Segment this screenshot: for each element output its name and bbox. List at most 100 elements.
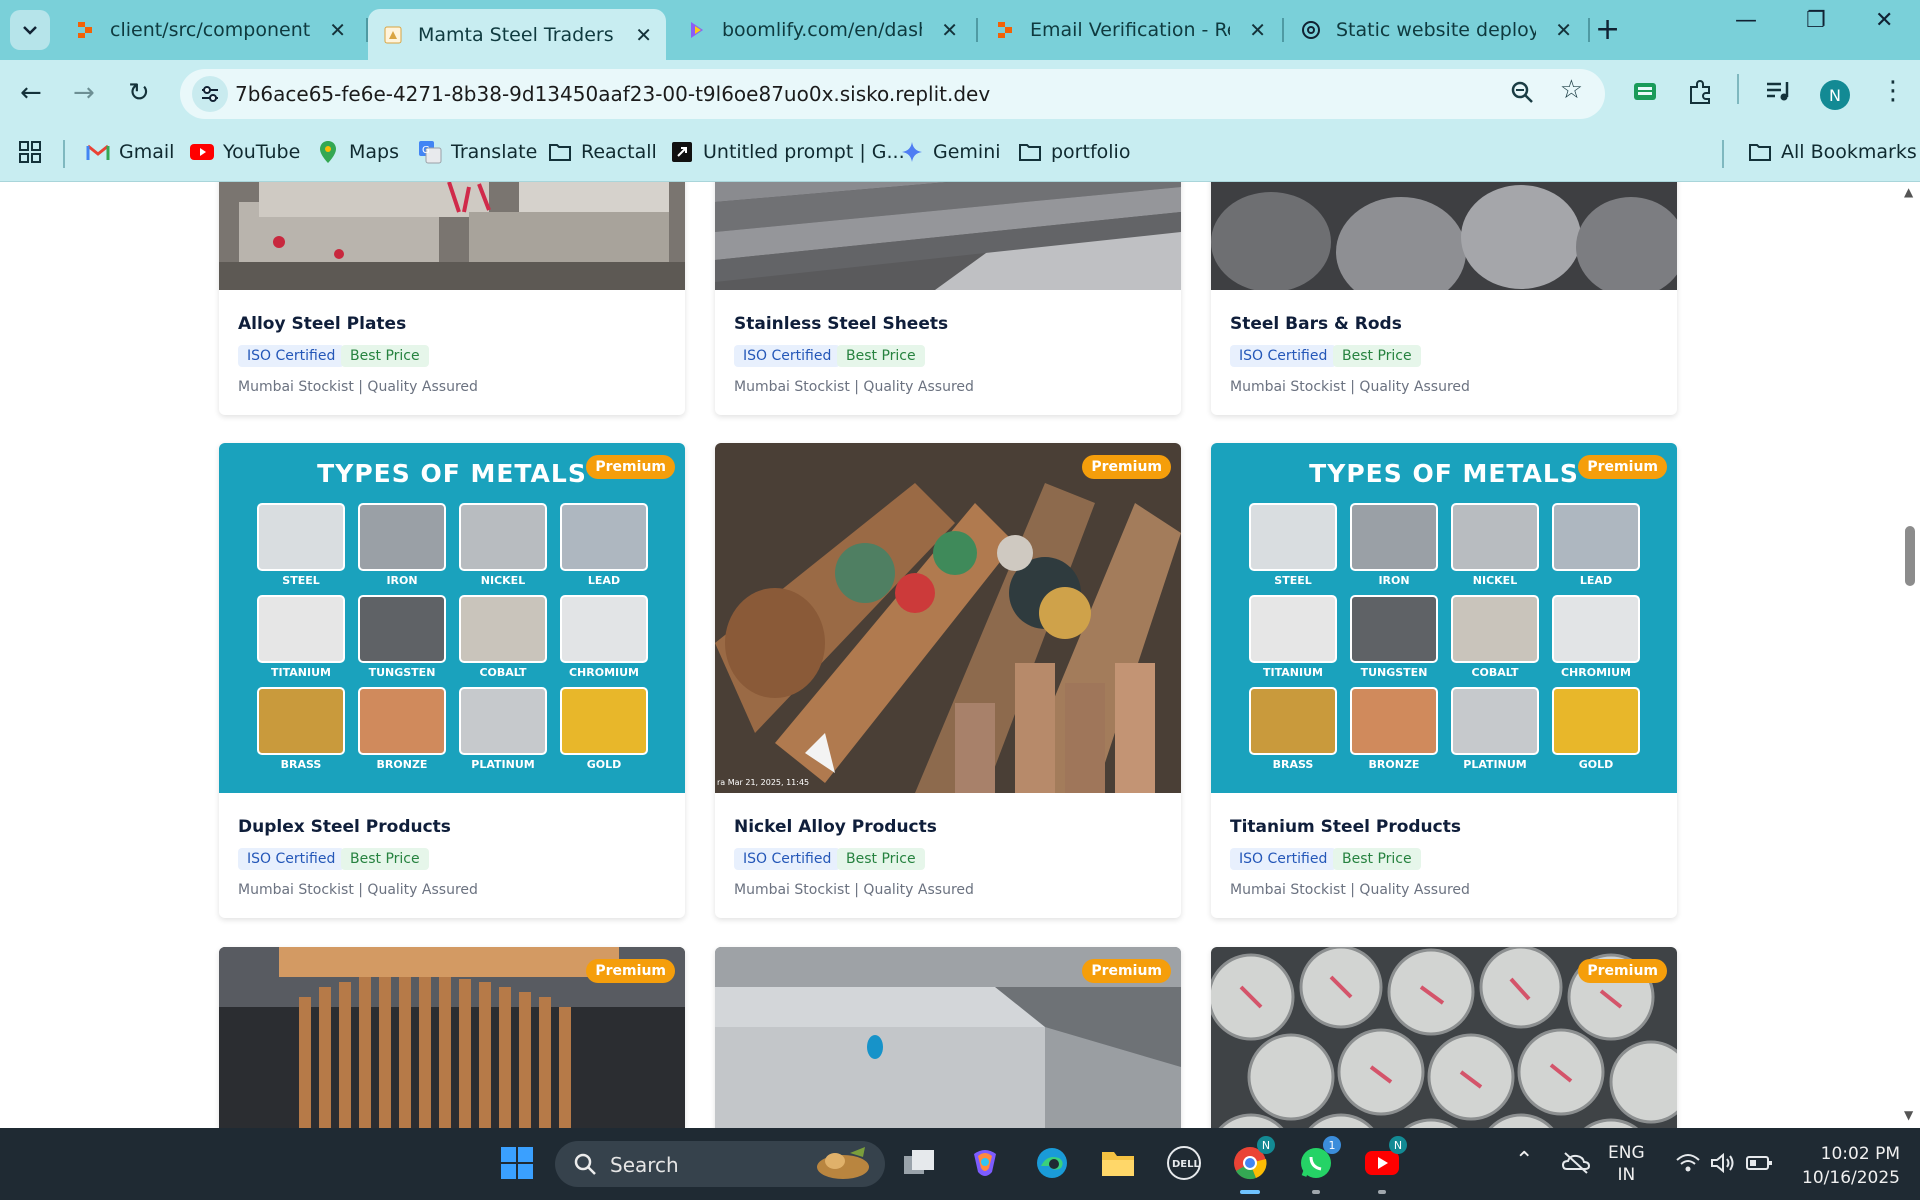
bookmark-star-icon[interactable]: ☆ bbox=[1560, 75, 1583, 105]
tray-overflow-icon[interactable]: ⌃ bbox=[1515, 1148, 1533, 1173]
product-card[interactable]: Premium bbox=[219, 947, 685, 1128]
metal-label: LEAD bbox=[587, 574, 621, 587]
product-card[interactable]: Premium bbox=[715, 947, 1181, 1128]
bookmark-label: Maps bbox=[349, 141, 399, 163]
maps-icon bbox=[316, 140, 340, 164]
onedrive-offline-icon[interactable] bbox=[1553, 1140, 1599, 1186]
metal-swatch bbox=[1451, 687, 1539, 755]
tab-boomlify[interactable]: boomlify.com/en/dashbo ✕ bbox=[672, 9, 972, 51]
product-title[interactable]: Duplex Steel Products bbox=[238, 817, 451, 837]
language-indicator[interactable]: ENG IN bbox=[1608, 1142, 1645, 1186]
tab-title: Email Verification - Replit bbox=[1030, 19, 1230, 41]
reload-icon[interactable]: ↻ bbox=[128, 78, 150, 108]
iso-badge: ISO Certified bbox=[238, 848, 345, 870]
metal-swatch bbox=[1552, 503, 1640, 571]
restore-icon[interactable]: ❐ bbox=[1806, 8, 1826, 33]
bookmark-gmail[interactable]: Gmail bbox=[86, 140, 174, 164]
close-icon[interactable]: ✕ bbox=[941, 18, 958, 42]
site-info-icon[interactable] bbox=[192, 76, 228, 112]
battery-icon[interactable] bbox=[1736, 1140, 1782, 1186]
chrome-icon[interactable]: N bbox=[1227, 1136, 1275, 1194]
back-icon[interactable]: ← bbox=[20, 78, 42, 108]
metal-label: TUNGSTEN bbox=[368, 666, 436, 679]
profile-avatar[interactable]: N bbox=[1820, 80, 1850, 110]
menu-kebab-icon[interactable]: ⋮ bbox=[1880, 76, 1906, 106]
address-bar[interactable]: 7b6ace65-fe6e-4271-8b38-9d13450aaf23-00-… bbox=[180, 69, 1605, 119]
bookmark-reactall[interactable]: Reactall bbox=[548, 140, 657, 164]
product-title[interactable]: Titanium Steel Products bbox=[1230, 817, 1461, 837]
metal-swatch bbox=[1249, 503, 1337, 571]
metal-swatch bbox=[560, 595, 648, 663]
bookmark-portfolio[interactable]: portfolio bbox=[1018, 140, 1130, 164]
product-card[interactable]: TYPES OF METALS STEEL IRON NICKEL LEAD T… bbox=[1211, 443, 1677, 918]
dell-icon[interactable]: DELL bbox=[1161, 1140, 1207, 1186]
extensions-icon[interactable] bbox=[1686, 78, 1714, 110]
metal-swatch bbox=[257, 595, 345, 663]
close-icon[interactable]: ✕ bbox=[635, 23, 652, 47]
product-card[interactable]: Stainless Steel Sheets ISO Certified Bes… bbox=[715, 182, 1181, 415]
metal-label: COBALT bbox=[479, 666, 527, 679]
metal-swatch bbox=[1451, 503, 1539, 571]
copilot-icon[interactable] bbox=[962, 1140, 1008, 1186]
metal-tile: COBALT bbox=[459, 595, 547, 679]
scroll-down-icon[interactable]: ▼ bbox=[1904, 1108, 1913, 1122]
windows-start-icon[interactable] bbox=[494, 1140, 540, 1186]
tab-mamta-steel[interactable]: Mamta Steel Traders - Le ✕ bbox=[368, 9, 666, 60]
product-title[interactable]: Steel Bars & Rods bbox=[1230, 314, 1402, 334]
new-tab-button[interactable]: + bbox=[1595, 12, 1620, 47]
file-explorer-icon[interactable] bbox=[1095, 1140, 1141, 1186]
task-view-icon[interactable] bbox=[896, 1140, 942, 1186]
metal-tile: NICKEL bbox=[1451, 503, 1539, 587]
edge-icon[interactable] bbox=[1029, 1140, 1075, 1186]
scroll-thumb[interactable] bbox=[1905, 526, 1915, 586]
metal-tile: IRON bbox=[1350, 503, 1438, 587]
product-card[interactable]: Steel Bars & Rods ISO Certified Best Pri… bbox=[1211, 182, 1677, 415]
scroll-up-icon[interactable]: ▲ bbox=[1904, 185, 1913, 199]
page-scrollbar[interactable]: ▲ ▼ bbox=[1900, 182, 1920, 1128]
metal-tile: GOLD bbox=[560, 687, 648, 771]
sheets-extension-icon[interactable] bbox=[1632, 78, 1658, 108]
bookmark-label: Translate bbox=[451, 141, 538, 163]
product-card[interactable]: Alloy Steel Plates ISO Certified Best Pr… bbox=[219, 182, 685, 415]
bookmark-gemini[interactable]: Gemini bbox=[900, 140, 1001, 164]
whatsapp-icon[interactable]: 1 bbox=[1293, 1136, 1341, 1194]
product-card[interactable]: ra Mar 21, 2025, 11:45 Premium Nickel Al… bbox=[715, 443, 1181, 918]
taskbar-search[interactable]: Search bbox=[555, 1141, 885, 1187]
product-card[interactable]: Premium bbox=[1211, 947, 1677, 1128]
minimize-icon[interactable]: — bbox=[1735, 8, 1757, 33]
clock[interactable]: 10:02 PM 10/16/2025 bbox=[1790, 1142, 1900, 1190]
metal-label: PLATINUM bbox=[1463, 758, 1527, 771]
zoom-icon[interactable] bbox=[1509, 79, 1535, 109]
tab-static-website[interactable]: Static website deploy kar ✕ bbox=[1286, 9, 1586, 51]
card-body: Steel Bars & Rods ISO Certified Best Pri… bbox=[1211, 290, 1677, 415]
close-icon[interactable]: ✕ bbox=[1555, 18, 1572, 42]
price-badge: Best Price bbox=[341, 848, 429, 870]
bookmark-untitled-prompt[interactable]: Untitled prompt | G... bbox=[670, 140, 905, 164]
url-text[interactable]: 7b6ace65-fe6e-4271-8b38-9d13450aaf23-00-… bbox=[235, 82, 990, 106]
tab-email-verification[interactable]: Email Verification - Replit ✕ bbox=[980, 9, 1280, 51]
price-badge: Best Price bbox=[1333, 848, 1421, 870]
metal-tile: BRONZE bbox=[358, 687, 446, 771]
product-title[interactable]: Stainless Steel Sheets bbox=[734, 314, 948, 334]
all-bookmarks[interactable]: All Bookmarks bbox=[1748, 140, 1917, 164]
metal-swatch bbox=[560, 503, 648, 571]
media-control-icon[interactable] bbox=[1764, 78, 1792, 108]
close-window-icon[interactable]: ✕ bbox=[1875, 8, 1893, 33]
folder-icon bbox=[548, 140, 572, 164]
bookmark-translate[interactable]: G Translate bbox=[418, 140, 537, 164]
metal-swatch bbox=[257, 503, 345, 571]
product-card[interactable]: TYPES OF METALS STEEL IRON NICKEL LEAD T… bbox=[219, 443, 685, 918]
bookmark-youtube[interactable]: YouTube bbox=[190, 140, 300, 164]
tab-search-button[interactable] bbox=[10, 10, 50, 50]
product-title[interactable]: Nickel Alloy Products bbox=[734, 817, 937, 837]
tab-separator bbox=[1588, 18, 1590, 42]
youtube-app-icon[interactable]: N bbox=[1359, 1136, 1407, 1194]
product-title[interactable]: Alloy Steel Plates bbox=[238, 314, 406, 334]
apps-grid-icon[interactable] bbox=[18, 140, 42, 164]
close-icon[interactable]: ✕ bbox=[329, 18, 346, 42]
forward-icon[interactable]: → bbox=[73, 78, 95, 108]
tab-client-src[interactable]: client/src/components/Pr ✕ bbox=[60, 9, 360, 51]
close-icon[interactable]: ✕ bbox=[1249, 18, 1266, 42]
product-meta: Mumbai Stockist | Quality Assured bbox=[1230, 379, 1470, 395]
bookmark-maps[interactable]: Maps bbox=[316, 140, 399, 164]
